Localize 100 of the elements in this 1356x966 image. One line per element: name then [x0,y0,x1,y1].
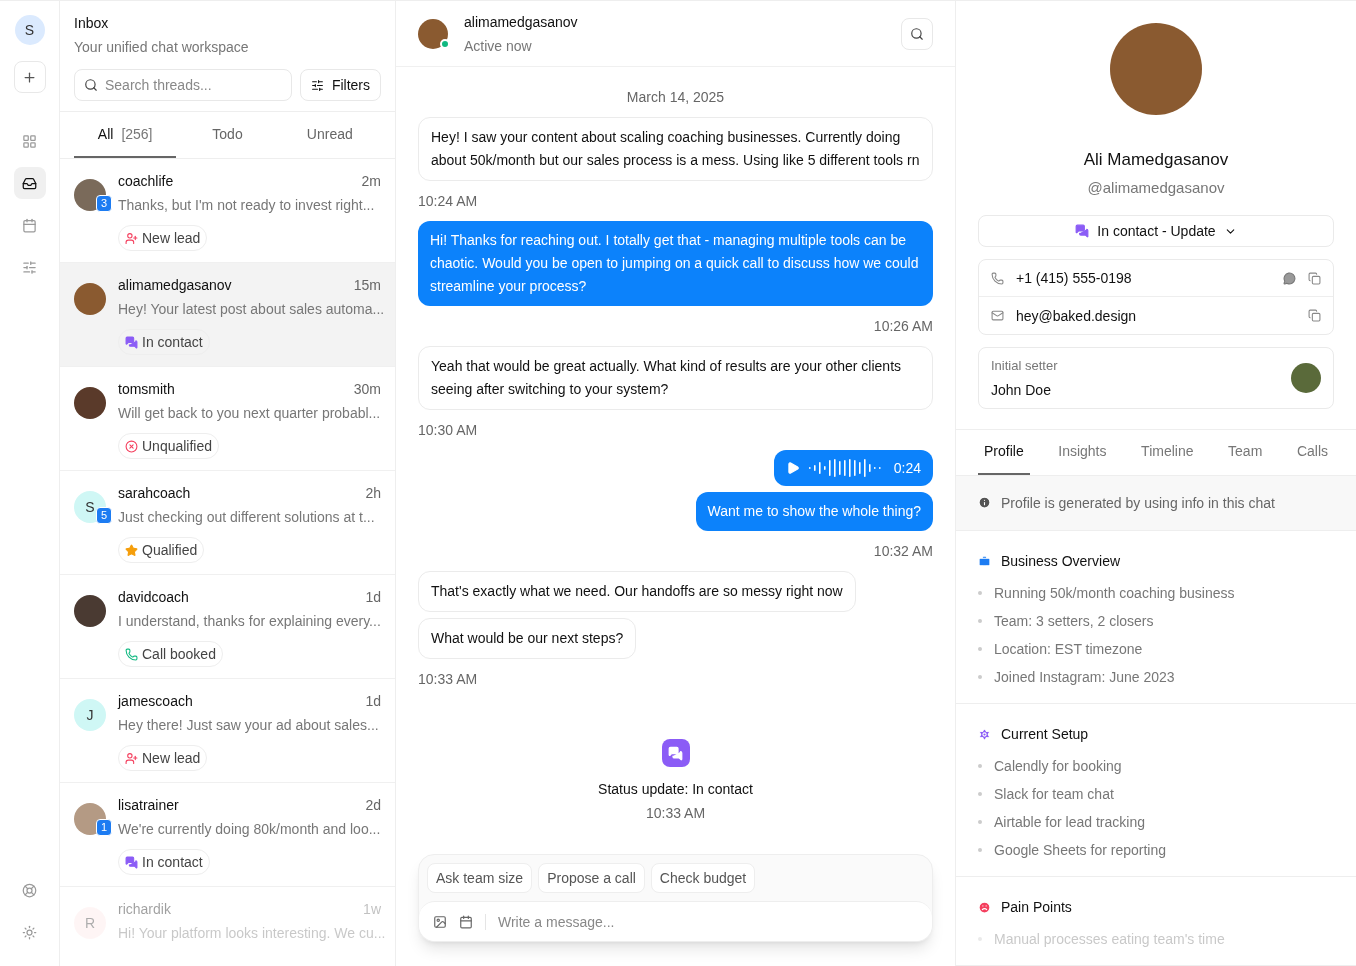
incoming-message: Hey! I saw your content about scaling coaching businesses. Currently doing about 50k/month but our sales process is a mess. Using like 5 different tools rn [418,117,933,181]
voice-message[interactable]: 0:24 [773,450,933,486]
inbox-tab[interactable]: Todo [176,112,279,158]
contact-status: Active now [464,36,533,56]
thread-name: alimamedgasanov [118,276,232,295]
avatar-photo [418,18,448,49]
thread-preview: Will get back to you next quarter probabl... [118,404,381,423]
add-button[interactable] [13,61,46,93]
play-icon [785,461,800,475]
search-button[interactable] [901,17,933,50]
status-update-time: 10:33 AM [645,804,706,823]
section-item: Joined Instagram: June 2023 [994,668,1175,687]
avatar-initial: R [74,907,106,939]
thread-preview: We're currently doing 80k/month and loo... [118,820,381,839]
image-icon [433,914,447,929]
inbox-icon [22,175,37,191]
status-dropdown[interactable]: In contact - Update [978,215,1334,247]
email-address: hey@baked.design [1016,306,1137,326]
thread-preview: I understand, thanks for explaining every... [118,612,381,631]
thread-time: 2d [365,796,381,815]
voice-duration: 0:24 [893,459,921,478]
thread-name: tomsmith [118,380,175,399]
avatar-photo [1291,362,1321,393]
profile-note: Profile is generated by using info in this chat [1001,493,1275,513]
inbox-tab[interactable]: Unread [278,112,381,158]
thread-item[interactable]: alimamedgasanov 15m Hey! Your latest post about sales automa... In contact [60,263,395,367]
thread-time: 1d [365,588,381,607]
chat-icon[interactable] [1283,271,1296,285]
message-time: 10:24 AM [418,192,478,211]
lifebuoy-icon [22,882,37,898]
mail-icon [991,309,1004,322]
message-time: 10:26 AM [873,317,933,336]
incoming-message: Yeah that would be great actually. What kind of results are your other clients seeing after switching to your system? [418,346,933,410]
profile-tab[interactable]: Profile [978,429,1030,475]
thread-time: 30m [353,380,381,399]
thread-name: sarahcoach [118,484,191,503]
search-field[interactable]: Search threads... [74,69,292,101]
thread-time: 2h [365,484,381,503]
profile-handle: @alimamedgasanov [1087,177,1225,198]
setter-label: Initial setter [991,357,1058,375]
user-avatar[interactable]: S [14,15,45,45]
unread-count-badge: 3 [95,195,112,212]
section-title: Current Setup [1001,725,1089,744]
copy-icon[interactable] [1308,309,1321,322]
thread-name: davidcoach [118,588,189,607]
thread-time: 2m [361,172,381,191]
info-icon [978,496,991,510]
thread-preview: Just checking out different solutions at t... [118,508,376,527]
copy-icon[interactable] [1308,271,1321,285]
section-item: Running 50k/month coaching business [994,584,1235,603]
star-icon [125,543,138,557]
section-title: Business Overview [1001,552,1121,571]
chat-bubbles-icon [1075,224,1090,238]
inbox-subtitle: Your unified chat workspace [74,38,250,57]
profile-tab[interactable]: Team [1222,429,1269,475]
phone-number: +1 (415) 555-0198 [1016,269,1132,288]
calendar-icon [22,217,37,233]
message-time: 10:30 AM [418,421,478,440]
unread-count-badge: 5 [95,507,112,524]
thread-preview: Hey there! Just saw your ad about sales... [118,716,380,735]
date-divider: March 14, 2025 [626,88,725,107]
thread-name: lisatrainer [118,796,179,815]
chat-bubbles-icon [661,739,690,767]
section-item: Calendly for booking [994,757,1122,776]
message-input[interactable]: Write a message... [498,905,918,938]
profile-tab[interactable]: Insights [1052,429,1113,475]
thread-preview: Hey! Your latest post about sales automa... [118,300,381,319]
suggestion-chip[interactable]: Check budget [650,863,756,893]
search-icon [84,78,98,92]
thread-preview: Thanks, but I'm not ready to invest right... [118,196,376,215]
user-plus-icon [125,231,138,245]
sliders-icon [22,259,37,275]
search-icon [910,26,924,41]
outgoing-message: Hi! Thanks for reaching out. I totally get that - managing multiple tools can be chaotic. Would you be open to jumping on a quick call to discuss how we could streamline your process? [418,221,933,306]
thread-name: jamescoach [118,692,193,711]
suggestion-chip[interactable]: Ask team size [427,863,533,893]
section-title: Pain Points [1001,898,1072,917]
unread-count-badge: 1 [95,819,112,836]
profile-tab[interactable]: Timeline [1135,429,1200,475]
user-plus-icon [125,751,138,765]
profile-tab[interactable]: Calls [1290,429,1334,475]
suggestion-chip[interactable]: Propose a call [538,863,645,893]
rail-nav-item[interactable] [13,167,46,199]
outgoing-message: Want me to show the whole thing? [695,492,933,531]
incoming-message: What would be our next steps? [418,618,637,659]
setter-name: John Doe [991,380,1052,400]
thread-time: 15m [353,276,381,295]
sliders-icon [310,78,324,92]
filters-button[interactable]: Filters [299,69,381,101]
thread-name: richardik [118,900,171,919]
section-item: Google Sheets for reporting [994,841,1166,860]
section-item: Airtable for lead tracking [994,813,1145,832]
phone-icon [991,271,1004,285]
grid-icon [22,133,37,149]
section-item: Slack for team chat [994,785,1114,804]
chat-bubbles-icon [125,855,138,869]
status-update-text: Status update: In contact [598,780,753,799]
chat-bubbles-icon [125,335,138,349]
x-circle-icon [125,439,138,453]
composer-bar[interactable]: Write a message... [419,901,932,941]
